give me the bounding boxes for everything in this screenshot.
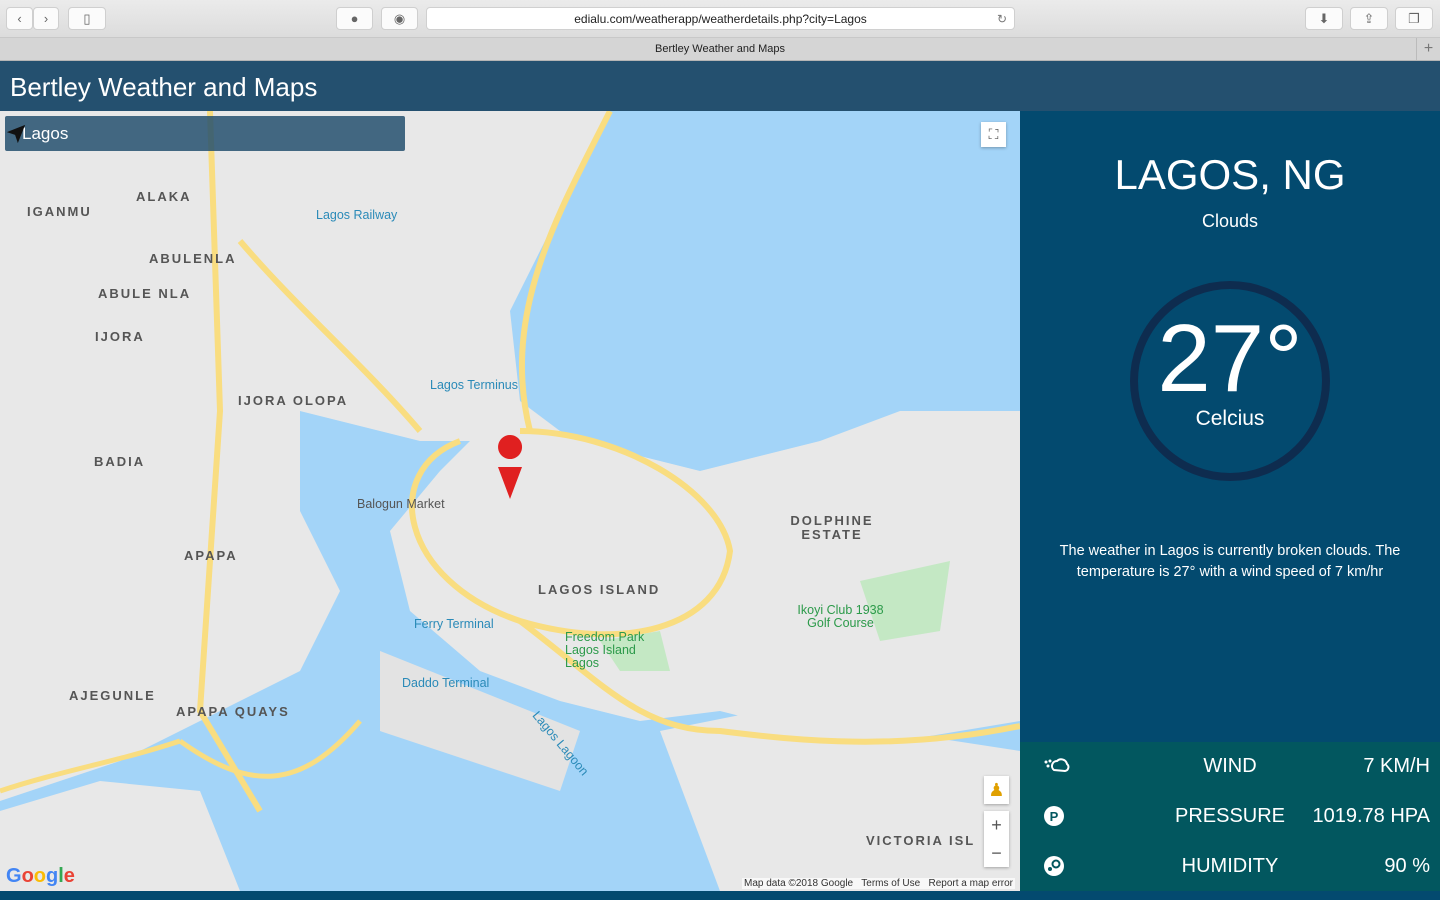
report-link[interactable]: Report a map error (929, 878, 1013, 889)
map[interactable]: IGANMU ALAKA ABULENLA ABULE NLA IJORA IJ… (0, 111, 1020, 891)
map-background (0, 111, 1020, 891)
page-bottom-bar (0, 891, 1440, 900)
map-poi[interactable]: Ferry Terminal (414, 617, 494, 631)
stat-row-pressure: P PRESSURE 1019.78 HPA (1020, 792, 1440, 842)
zoom-out-button[interactable]: − (984, 839, 1009, 867)
stat-row-humidity: HUMIDITY 90 % (1020, 842, 1440, 892)
reload-icon[interactable]: ↻ (997, 12, 1007, 26)
map-area-label: DOLPHINE ESTATE (790, 513, 874, 542)
zoom-in-button[interactable]: + (984, 811, 1009, 839)
pegman-icon[interactable]: ♟ (984, 776, 1009, 804)
stat-value: 7 KM/H (1363, 755, 1430, 777)
weather-panel: LAGOS, NG Clouds 27° Celcius The weather… (1020, 111, 1440, 742)
pressure-icon: P (1044, 806, 1064, 826)
forward-button[interactable]: › (33, 7, 59, 30)
stat-label: HUMIDITY (1181, 855, 1279, 877)
stat-label: WIND (1203, 755, 1257, 777)
download-button[interactable]: ⬇ (1305, 7, 1343, 30)
map-poi[interactable]: Ikoyi Club 1938 Golf Course (793, 604, 888, 630)
city-name: LAGOS, NG (1114, 151, 1346, 198)
stat-value: 90 % (1384, 855, 1430, 877)
browser-toolbar: ‹ › ▯ ● ◉ edialu.com/weatherapp/weatherd… (0, 0, 1440, 38)
map-area-label: IJORA (95, 329, 145, 344)
map-area-label: ABULENLA (149, 251, 237, 266)
share-button[interactable]: ⇪ (1350, 7, 1388, 30)
new-tab-button[interactable]: + (1416, 38, 1440, 60)
map-area-label: APAPA (184, 548, 238, 563)
url-text: edialu.com/weatherapp/weatherdetails.php… (574, 11, 867, 26)
weather-stats: WIND 7 KM/H P PRESSURE 1019.78 HPA HUMID… (1020, 742, 1440, 892)
map-area-label: ABULE NLA (98, 286, 192, 301)
map-footer: Map data ©2018 Google Terms of Use Repor… (741, 878, 1015, 889)
lightbulb-icon[interactable]: ● (336, 7, 373, 30)
map-attribution: Map data ©2018 Google (743, 878, 854, 889)
navigation-arrow-icon[interactable] (5, 123, 27, 145)
stat-row-wind: WIND 7 KM/H (1020, 742, 1440, 792)
map-poi[interactable]: Daddo Terminal (402, 676, 489, 690)
map-poi[interactable]: Balogun Market (357, 497, 445, 511)
tab-title[interactable]: Bertley Weather and Maps (655, 43, 785, 55)
fullscreen-button[interactable]: ⛶ (981, 122, 1006, 147)
app-header: Bertley Weather and Maps (0, 61, 1440, 111)
map-area-label: IJORA OLOPA (238, 393, 349, 408)
temperature-unit: Celcius (1195, 407, 1265, 430)
stat-label: PRESSURE (1174, 805, 1286, 827)
map-area-label: VICTORIA ISL (866, 833, 976, 848)
city-search-input[interactable]: Lagos (5, 116, 405, 151)
map-area-label: IGANMU (27, 204, 92, 219)
wind-icon (1044, 758, 1070, 773)
sidebar-button[interactable]: ▯ (68, 7, 106, 30)
google-logo: Google (6, 865, 75, 887)
temperature-ring: 27° Celcius (1130, 281, 1330, 481)
humidity-icon (1044, 856, 1064, 876)
map-area-label: AJEGUNLE (69, 688, 156, 703)
tabs-button[interactable]: ❐ (1395, 7, 1433, 30)
map-area-label: BADIA (94, 454, 146, 469)
stat-value: 1019.78 HPA (1312, 805, 1431, 827)
app-title: Bertley Weather and Maps (10, 72, 318, 102)
map-area-label: ALAKA (136, 189, 192, 204)
weather-condition: Clouds (1201, 211, 1259, 231)
map-poi[interactable]: Lagos Railway (316, 208, 397, 222)
terms-link[interactable]: Terms of Use (861, 878, 920, 889)
map-area-label: LAGOS ISLAND (538, 582, 661, 597)
map-poi[interactable]: Lagos Terminus (430, 378, 518, 392)
url-bar[interactable]: edialu.com/weatherapp/weatherdetails.php… (426, 7, 1015, 30)
map-poi[interactable]: Freedom Park Lagos Island Lagos (565, 631, 645, 670)
temperature-value: 27° (1157, 305, 1303, 412)
map-area-label: APAPA QUAYS (176, 704, 290, 719)
svg-text:P: P (1050, 809, 1059, 824)
back-button[interactable]: ‹ (6, 7, 33, 30)
weather-description: The weather in Lagos is currently broken… (1059, 543, 1401, 580)
tab-bar: Bertley Weather and Maps + (0, 38, 1440, 61)
search-value: Lagos (22, 124, 69, 143)
zoom-controls: + − (984, 811, 1009, 867)
grammarly-icon[interactable]: ◉ (381, 7, 418, 30)
